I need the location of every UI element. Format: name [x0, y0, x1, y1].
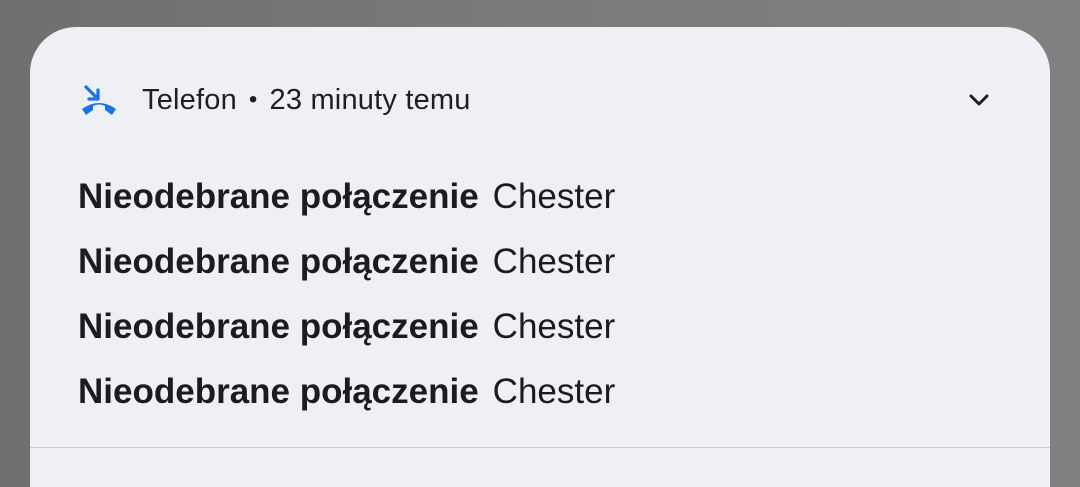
- divider: [30, 447, 1050, 448]
- message-item[interactable]: Nieodebrane połączenie Chester: [78, 372, 615, 437]
- message-title: Nieodebrane połączenie: [78, 177, 479, 216]
- message-title: Nieodebrane połączenie: [78, 372, 479, 411]
- chevron-down-icon: [969, 94, 989, 106]
- message-list: Nieodebrane połączenie Chester Nieodebra…: [78, 177, 615, 437]
- message-title: Nieodebrane połączenie: [78, 307, 479, 346]
- header-separator: •: [248, 86, 258, 113]
- message-caller: Chester: [492, 307, 616, 346]
- expand-button[interactable]: [964, 85, 994, 115]
- missed-call-icon: [78, 79, 120, 121]
- message-caller: Chester: [492, 177, 616, 216]
- message-item[interactable]: Nieodebrane połączenie Chester: [78, 242, 615, 307]
- notification-card[interactable]: Telefon • 23 minuty temu Nieodebrane poł…: [30, 27, 1050, 487]
- message-caller: Chester: [492, 242, 616, 281]
- app-name: Telefon: [142, 83, 237, 116]
- message-title: Nieodebrane połączenie: [78, 242, 479, 281]
- message-item[interactable]: Nieodebrane połączenie Chester: [78, 307, 615, 372]
- message-item[interactable]: Nieodebrane połączenie Chester: [78, 177, 615, 242]
- message-caller: Chester: [492, 372, 616, 411]
- notification-header: Telefon • 23 minuty temu: [78, 79, 471, 121]
- notification-time: 23 minuty temu: [269, 83, 471, 116]
